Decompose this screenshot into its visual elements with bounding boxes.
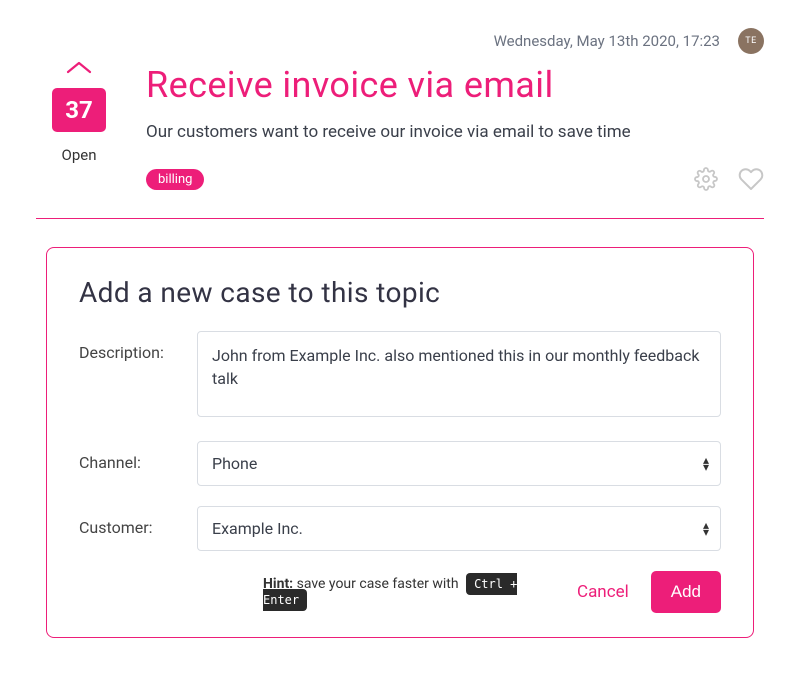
customer-value: Example Inc. (197, 506, 721, 551)
vote-count: 37 (52, 88, 106, 132)
topic-content: Receive invoice via email Our customers … (146, 60, 764, 192)
status-badge: Open (62, 146, 97, 164)
hint-text: Hint: save your case faster with Ctrl + … (79, 576, 555, 608)
cancel-button[interactable]: Cancel (577, 582, 629, 602)
channel-select[interactable]: Phone ▴▾ (197, 441, 721, 486)
channel-value: Phone (197, 441, 721, 486)
chevron-up-icon[interactable] (66, 60, 92, 74)
topic-header: 37 Open Receive invoice via email Our cu… (36, 60, 764, 219)
description-label: Description: (79, 331, 197, 362)
customer-label: Customer: (79, 506, 197, 537)
timestamp: Wednesday, May 13th 2020, 17:23 (494, 32, 720, 50)
add-case-form: Add a new case to this topic Description… (46, 247, 754, 638)
topic-description: Our customers want to receive our invoic… (146, 122, 764, 142)
vote-column: 37 Open (36, 60, 122, 192)
heart-icon[interactable] (738, 166, 764, 192)
top-bar: Wednesday, May 13th 2020, 17:23 TE (36, 28, 764, 54)
topic-title: Receive invoice via email (146, 64, 764, 106)
tag-billing[interactable]: billing (146, 169, 204, 190)
customer-select[interactable]: Example Inc. ▴▾ (197, 506, 721, 551)
add-button[interactable]: Add (651, 571, 721, 613)
avatar[interactable]: TE (738, 28, 764, 54)
gear-icon[interactable] (694, 167, 718, 191)
channel-label: Channel: (79, 441, 197, 472)
form-title: Add a new case to this topic (79, 276, 721, 309)
description-input[interactable] (197, 331, 721, 417)
